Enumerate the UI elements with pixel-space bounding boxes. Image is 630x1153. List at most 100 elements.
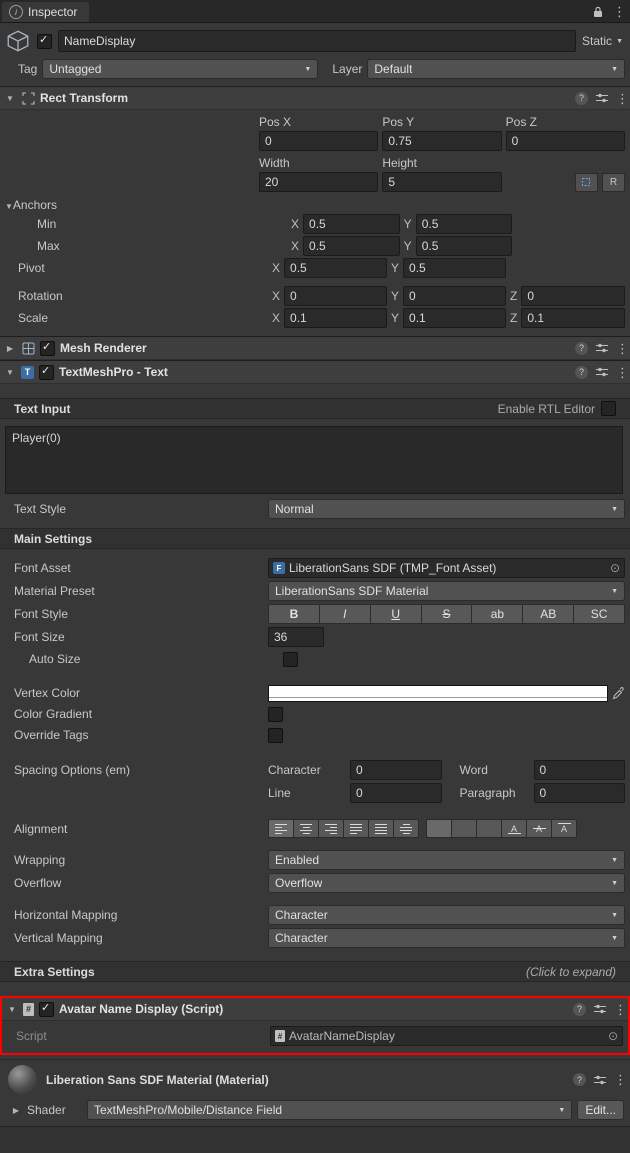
scale-z-field[interactable]: 0.1 bbox=[521, 308, 625, 328]
scale-y-field[interactable]: 0.1 bbox=[403, 308, 506, 328]
layer-dropdown[interactable]: Default ▼ bbox=[367, 59, 625, 79]
valign-top-button[interactable] bbox=[426, 819, 452, 838]
font-style-italic-button[interactable]: I bbox=[319, 604, 371, 624]
overflow-dropdown[interactable]: Overflow ▼ bbox=[268, 873, 625, 893]
presets-icon[interactable] bbox=[594, 1075, 606, 1085]
vertical-mapping-dropdown[interactable]: Character ▼ bbox=[268, 928, 625, 948]
font-asset-object-field[interactable]: F LiberationSans SDF (TMP_Font Asset) ⊙ bbox=[268, 558, 625, 578]
tag-dropdown[interactable]: Untagged ▼ bbox=[42, 59, 319, 79]
pos-y-field[interactable]: 0.75 bbox=[382, 131, 502, 151]
blueprint-mode-button[interactable] bbox=[574, 172, 598, 192]
material-foldout-icon[interactable]: ▶ bbox=[10, 1106, 22, 1115]
font-style-lowercase-button[interactable]: ab bbox=[472, 604, 524, 624]
tab-menu-icon[interactable]: ⋮ bbox=[613, 5, 626, 18]
anchor-min-x-field[interactable]: 0.5 bbox=[303, 214, 400, 234]
pivot-y-field[interactable]: 0.5 bbox=[403, 258, 506, 278]
name-input[interactable] bbox=[58, 30, 577, 52]
text-input-section-bar[interactable]: Text Input Enable RTL Editor bbox=[0, 398, 630, 419]
presets-icon[interactable] bbox=[596, 93, 608, 103]
component-menu-icon[interactable]: ⋮ bbox=[616, 342, 629, 355]
font-size-field[interactable]: 36 bbox=[268, 627, 324, 647]
presets-icon[interactable] bbox=[594, 1004, 606, 1014]
help-icon[interactable]: ? bbox=[575, 341, 588, 355]
raw-edit-mode-button[interactable]: R bbox=[601, 172, 625, 192]
line-spacing-field[interactable]: 0 bbox=[350, 783, 442, 803]
color-gradient-checkbox[interactable] bbox=[268, 706, 283, 722]
rotation-z-field[interactable]: 0 bbox=[521, 286, 625, 306]
foldout-open-icon[interactable]: ▼ bbox=[4, 94, 16, 103]
component-menu-icon[interactable]: ⋮ bbox=[614, 1073, 627, 1086]
align-geometry-center-button[interactable] bbox=[394, 819, 419, 838]
anchor-min-y-field[interactable]: 0.5 bbox=[415, 214, 513, 234]
object-picker-icon[interactable]: ⊙ bbox=[610, 562, 620, 574]
foldout-closed-icon[interactable]: ▶ bbox=[4, 344, 16, 353]
height-field[interactable]: 5 bbox=[382, 172, 502, 192]
active-checkbox[interactable]: ✓ bbox=[37, 33, 52, 49]
mesh-renderer-header[interactable]: ▶ ✓ Mesh Renderer ? ⋮ bbox=[0, 336, 630, 360]
valign-baseline-button[interactable]: A bbox=[502, 819, 527, 838]
valign-midline-button[interactable]: A bbox=[527, 819, 552, 838]
script-object-field[interactable]: # AvatarNameDisplay ⊙ bbox=[270, 1026, 623, 1046]
component-menu-icon[interactable]: ⋮ bbox=[616, 366, 629, 379]
align-right-button[interactable] bbox=[319, 819, 344, 838]
font-style-uppercase-button[interactable]: AB bbox=[523, 604, 575, 624]
rect-transform-header[interactable]: ▼ Rect Transform ? ⋮ bbox=[0, 86, 630, 110]
material-header[interactable]: Liberation Sans SDF Material (Material) … bbox=[0, 1060, 630, 1097]
script-component-header[interactable]: ▼ # ✓ Avatar Name Display (Script) ? ⋮ bbox=[2, 998, 628, 1021]
object-picker-icon[interactable]: ⊙ bbox=[608, 1030, 618, 1042]
main-settings-section-bar[interactable]: Main Settings bbox=[0, 528, 630, 549]
help-icon[interactable]: ? bbox=[573, 1073, 586, 1086]
eyedropper-icon[interactable] bbox=[612, 686, 625, 700]
script-enabled-checkbox[interactable]: ✓ bbox=[39, 1001, 54, 1017]
align-justify-button[interactable] bbox=[344, 819, 369, 838]
presets-icon[interactable] bbox=[596, 367, 608, 377]
rotation-x-field[interactable]: 0 bbox=[284, 286, 387, 306]
extra-settings-section-bar[interactable]: Extra Settings (Click to expand) bbox=[0, 961, 630, 982]
tab-inspector[interactable]: i Inspector bbox=[2, 2, 90, 22]
pos-z-field[interactable]: 0 bbox=[505, 131, 625, 151]
text-style-dropdown[interactable]: Normal ▼ bbox=[268, 499, 625, 519]
shader-edit-button[interactable]: Edit... bbox=[577, 1100, 624, 1120]
valign-middle-button[interactable] bbox=[452, 819, 477, 838]
font-style-strikethrough-button[interactable]: S bbox=[421, 604, 473, 624]
font-style-underline-button[interactable]: U bbox=[370, 604, 422, 624]
help-icon[interactable]: ? bbox=[575, 365, 588, 379]
text-input-area[interactable]: Player(0) bbox=[5, 426, 623, 494]
override-tags-checkbox[interactable] bbox=[268, 727, 283, 743]
component-menu-icon[interactable]: ⋮ bbox=[614, 1003, 627, 1016]
mesh-renderer-enabled-checkbox[interactable]: ✓ bbox=[40, 340, 55, 356]
static-dropdown[interactable]: Static ▼ bbox=[582, 34, 625, 48]
rtl-checkbox[interactable] bbox=[601, 401, 616, 416]
align-flush-button[interactable] bbox=[369, 819, 394, 838]
wrapping-dropdown[interactable]: Enabled ▼ bbox=[268, 850, 625, 870]
lock-icon[interactable] bbox=[593, 6, 603, 18]
vertex-color-swatch[interactable] bbox=[268, 684, 608, 702]
foldout-open-icon[interactable]: ▼ bbox=[6, 1005, 18, 1014]
gameobject-cube-icon[interactable] bbox=[5, 28, 31, 54]
rotation-y-field[interactable]: 0 bbox=[403, 286, 506, 306]
anchor-max-x-field[interactable]: 0.5 bbox=[303, 236, 400, 256]
valign-capline-button[interactable]: A bbox=[552, 819, 577, 838]
paragraph-spacing-field[interactable]: 0 bbox=[533, 783, 625, 803]
material-preset-dropdown[interactable]: LiberationSans SDF Material ▼ bbox=[268, 581, 625, 601]
tmp-text-header[interactable]: ▼ T ✓ TextMeshPro - Text ? ⋮ bbox=[0, 360, 630, 384]
auto-size-checkbox[interactable] bbox=[283, 651, 298, 667]
component-menu-icon[interactable]: ⋮ bbox=[616, 92, 629, 105]
help-icon[interactable]: ? bbox=[575, 91, 588, 105]
font-style-bold-button[interactable]: B bbox=[268, 604, 320, 624]
horizontal-mapping-dropdown[interactable]: Character ▼ bbox=[268, 905, 625, 925]
help-icon[interactable]: ? bbox=[573, 1002, 586, 1016]
align-left-button[interactable] bbox=[268, 819, 294, 838]
scale-x-field[interactable]: 0.1 bbox=[284, 308, 387, 328]
character-spacing-field[interactable]: 0 bbox=[350, 760, 442, 780]
align-center-button[interactable] bbox=[294, 819, 319, 838]
anchor-max-y-field[interactable]: 0.5 bbox=[415, 236, 513, 256]
shader-dropdown[interactable]: TextMeshPro/Mobile/Distance Field ▼ bbox=[87, 1100, 573, 1120]
word-spacing-field[interactable]: 0 bbox=[533, 760, 625, 780]
width-field[interactable]: 20 bbox=[259, 172, 379, 192]
pivot-x-field[interactable]: 0.5 bbox=[284, 258, 387, 278]
pos-x-field[interactable]: 0 bbox=[259, 131, 379, 151]
anchors-foldout-icon[interactable]: ▼ bbox=[5, 202, 13, 211]
valign-bottom-button[interactable] bbox=[477, 819, 502, 838]
tmp-enabled-checkbox[interactable]: ✓ bbox=[39, 364, 54, 380]
